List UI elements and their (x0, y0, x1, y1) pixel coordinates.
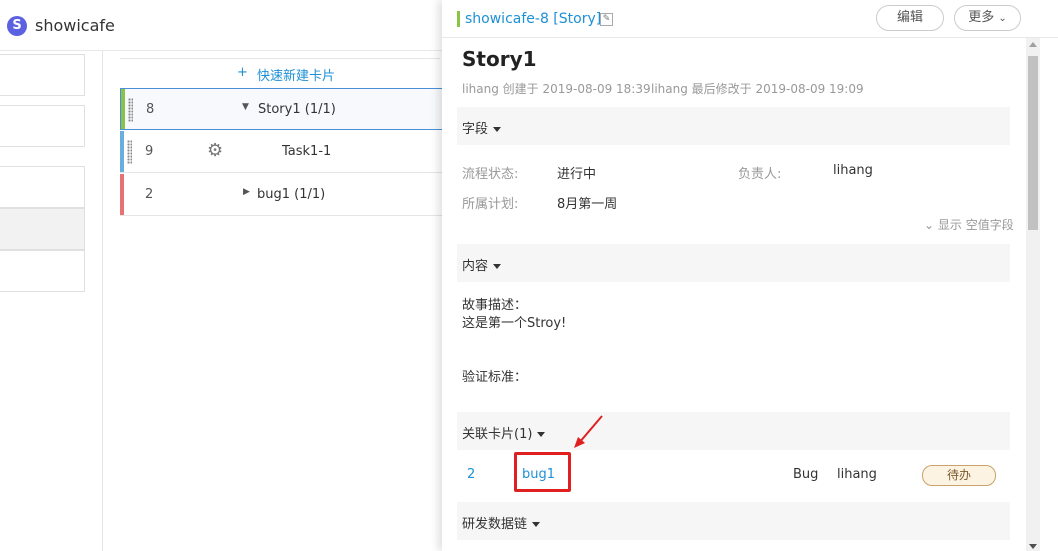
owner-value[interactable]: lihang (833, 163, 873, 178)
edit-link-icon[interactable]: ✎ (600, 13, 613, 26)
modified-meta: lihang 最后修改于 2019-08-09 19:09 (651, 82, 864, 96)
card-title[interactable]: bug1 (1/1) (257, 187, 325, 202)
annotation-arrow-icon (574, 415, 603, 448)
plan-label: 所属计划: (462, 197, 519, 212)
chevron-down-icon: ⌄ (924, 218, 935, 232)
nav-item-selected[interactable] (0, 208, 85, 250)
story-desc-text[interactable]: 这是第一个Stroy! (462, 312, 566, 331)
drag-handle-icon[interactable] (127, 140, 132, 164)
scrollbar[interactable] (1026, 38, 1040, 551)
expand-down-icon[interactable]: ▼ (242, 102, 249, 112)
scroll-up-icon[interactable] (1029, 42, 1037, 47)
linked-card-title[interactable]: bug1 (522, 467, 555, 482)
panel-header: showicafe-8 [Story] ✎ 编辑 更多 ⌄ (442, 0, 1058, 38)
more-button[interactable]: 更多 ⌄ (954, 5, 1021, 31)
card-row-bug[interactable]: 2 ▶ bug1 (1/1) (120, 174, 450, 216)
card-count: (1/1) (294, 187, 326, 202)
card-title[interactable]: Story1 (1/1) (258, 102, 336, 117)
chevron-down-icon: ⌄ (998, 13, 1007, 24)
status-label: 流程状态: (462, 167, 519, 182)
quick-add-label: 快速新建卡片 (257, 69, 336, 84)
caret-down-icon (532, 522, 541, 527)
acceptance-label: 验证标准： (462, 370, 528, 385)
owner-label: 负责人: (738, 167, 782, 182)
nav-item[interactable] (0, 54, 85, 96)
plan-value[interactable]: 8月第一周 (557, 193, 617, 212)
card-detail-panel: showicafe-8 [Story] ✎ 编辑 更多 ⌄ Story1 lih… (442, 0, 1058, 551)
story-desc-label: 故事描述： (462, 298, 528, 313)
scrollbar-thumb[interactable] (1028, 56, 1038, 230)
card-row-task[interactable]: 9 ⚙ Task1-1 (120, 131, 450, 173)
app-title[interactable]: showicafe (35, 16, 115, 35)
card-number: 2 (145, 187, 154, 202)
card-number: 9 (145, 144, 154, 159)
quick-add-card[interactable]: + 快速新建卡片 (120, 58, 440, 87)
linked-card-owner: lihang (837, 467, 877, 482)
card-row-story[interactable]: 8 ▼ Story1 (1/1) (120, 88, 450, 130)
linked-card-number[interactable]: 2 (467, 467, 475, 482)
edit-button[interactable]: 编辑 (876, 5, 944, 31)
card-type-stripe (121, 89, 125, 129)
status-value[interactable]: 进行中 (557, 163, 596, 182)
gear-icon[interactable]: ⚙ (207, 140, 223, 161)
nav-item[interactable] (0, 166, 85, 208)
plus-icon: + (237, 65, 248, 80)
content-section-header[interactable]: 内容 (457, 244, 1010, 282)
card-count: (1/1) (304, 102, 336, 117)
card-breadcrumb[interactable]: showicafe-8 [Story] (465, 11, 601, 27)
card-type-stripe (120, 131, 124, 172)
created-meta: lihang 创建于 2019-08-09 18:39 (462, 82, 651, 96)
caret-down-icon (537, 432, 546, 437)
card-type-stripe (120, 174, 124, 215)
linked-cards-section-header[interactable]: 关联卡片(1) (457, 412, 1010, 450)
linked-card-status-badge[interactable]: 待办 (922, 465, 996, 486)
drag-handle-icon[interactable] (128, 98, 133, 122)
linked-card-type: Bug (793, 467, 819, 482)
nav-divider (102, 51, 103, 551)
card-type-stripe (457, 11, 460, 27)
nav-item[interactable] (0, 105, 85, 147)
devchain-section-header[interactable]: 研发数据链 (457, 502, 1010, 540)
app-logo[interactable]: S (7, 16, 27, 36)
show-empty-fields-toggle[interactable]: ⌄ 显示 空值字段 (924, 216, 1014, 233)
fields-section-header[interactable]: 字段 (457, 107, 1010, 145)
card-number: 8 (146, 102, 155, 117)
nav-item[interactable] (0, 250, 85, 292)
caret-down-icon (493, 264, 502, 269)
scroll-down-icon[interactable] (1029, 544, 1037, 549)
caret-down-icon (493, 127, 502, 132)
card-title[interactable]: Story1 (462, 47, 537, 71)
card-title[interactable]: Task1-1 (282, 144, 331, 159)
expand-right-icon[interactable]: ▶ (243, 187, 250, 197)
